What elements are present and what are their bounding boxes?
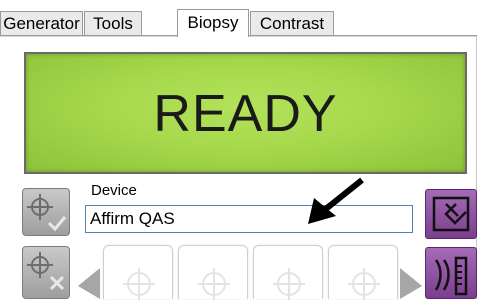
target-delete-button[interactable] bbox=[22, 246, 70, 299]
target-thumbnail-4[interactable] bbox=[328, 245, 398, 300]
swap-view-button[interactable] bbox=[425, 189, 477, 239]
crosshair-icon bbox=[348, 268, 380, 300]
tab-biopsy[interactable]: Biopsy bbox=[177, 9, 249, 37]
scroll-right-icon[interactable] bbox=[398, 268, 424, 299]
target-check-button[interactable] bbox=[22, 188, 70, 236]
tab-generator[interactable]: Generator bbox=[0, 11, 83, 35]
target-thumbnail-1[interactable] bbox=[103, 245, 173, 300]
swap-view-icon bbox=[432, 196, 470, 232]
tab-contrast[interactable]: Contrast bbox=[250, 11, 334, 35]
pointer-arrow-icon bbox=[308, 177, 364, 224]
crosshair-icon bbox=[123, 268, 155, 300]
target-thumbnail-3[interactable] bbox=[253, 245, 323, 300]
target-check-icon bbox=[27, 194, 67, 232]
needle-gauge-icon bbox=[434, 256, 468, 296]
needle-gauge-button[interactable] bbox=[425, 247, 477, 299]
target-thumbnail-2[interactable] bbox=[178, 245, 248, 300]
tab-bar: Generator Tools Biopsy Contrast bbox=[0, 0, 477, 37]
target-delete-icon bbox=[27, 252, 65, 291]
status-text: READY bbox=[153, 85, 338, 143]
crosshair-icon bbox=[273, 268, 305, 300]
scroll-left-icon[interactable] bbox=[76, 268, 102, 299]
status-panel: READY bbox=[24, 52, 467, 174]
device-label: Device bbox=[91, 182, 137, 199]
tab-tools[interactable]: Tools bbox=[84, 11, 142, 35]
crosshair-icon bbox=[198, 268, 230, 300]
